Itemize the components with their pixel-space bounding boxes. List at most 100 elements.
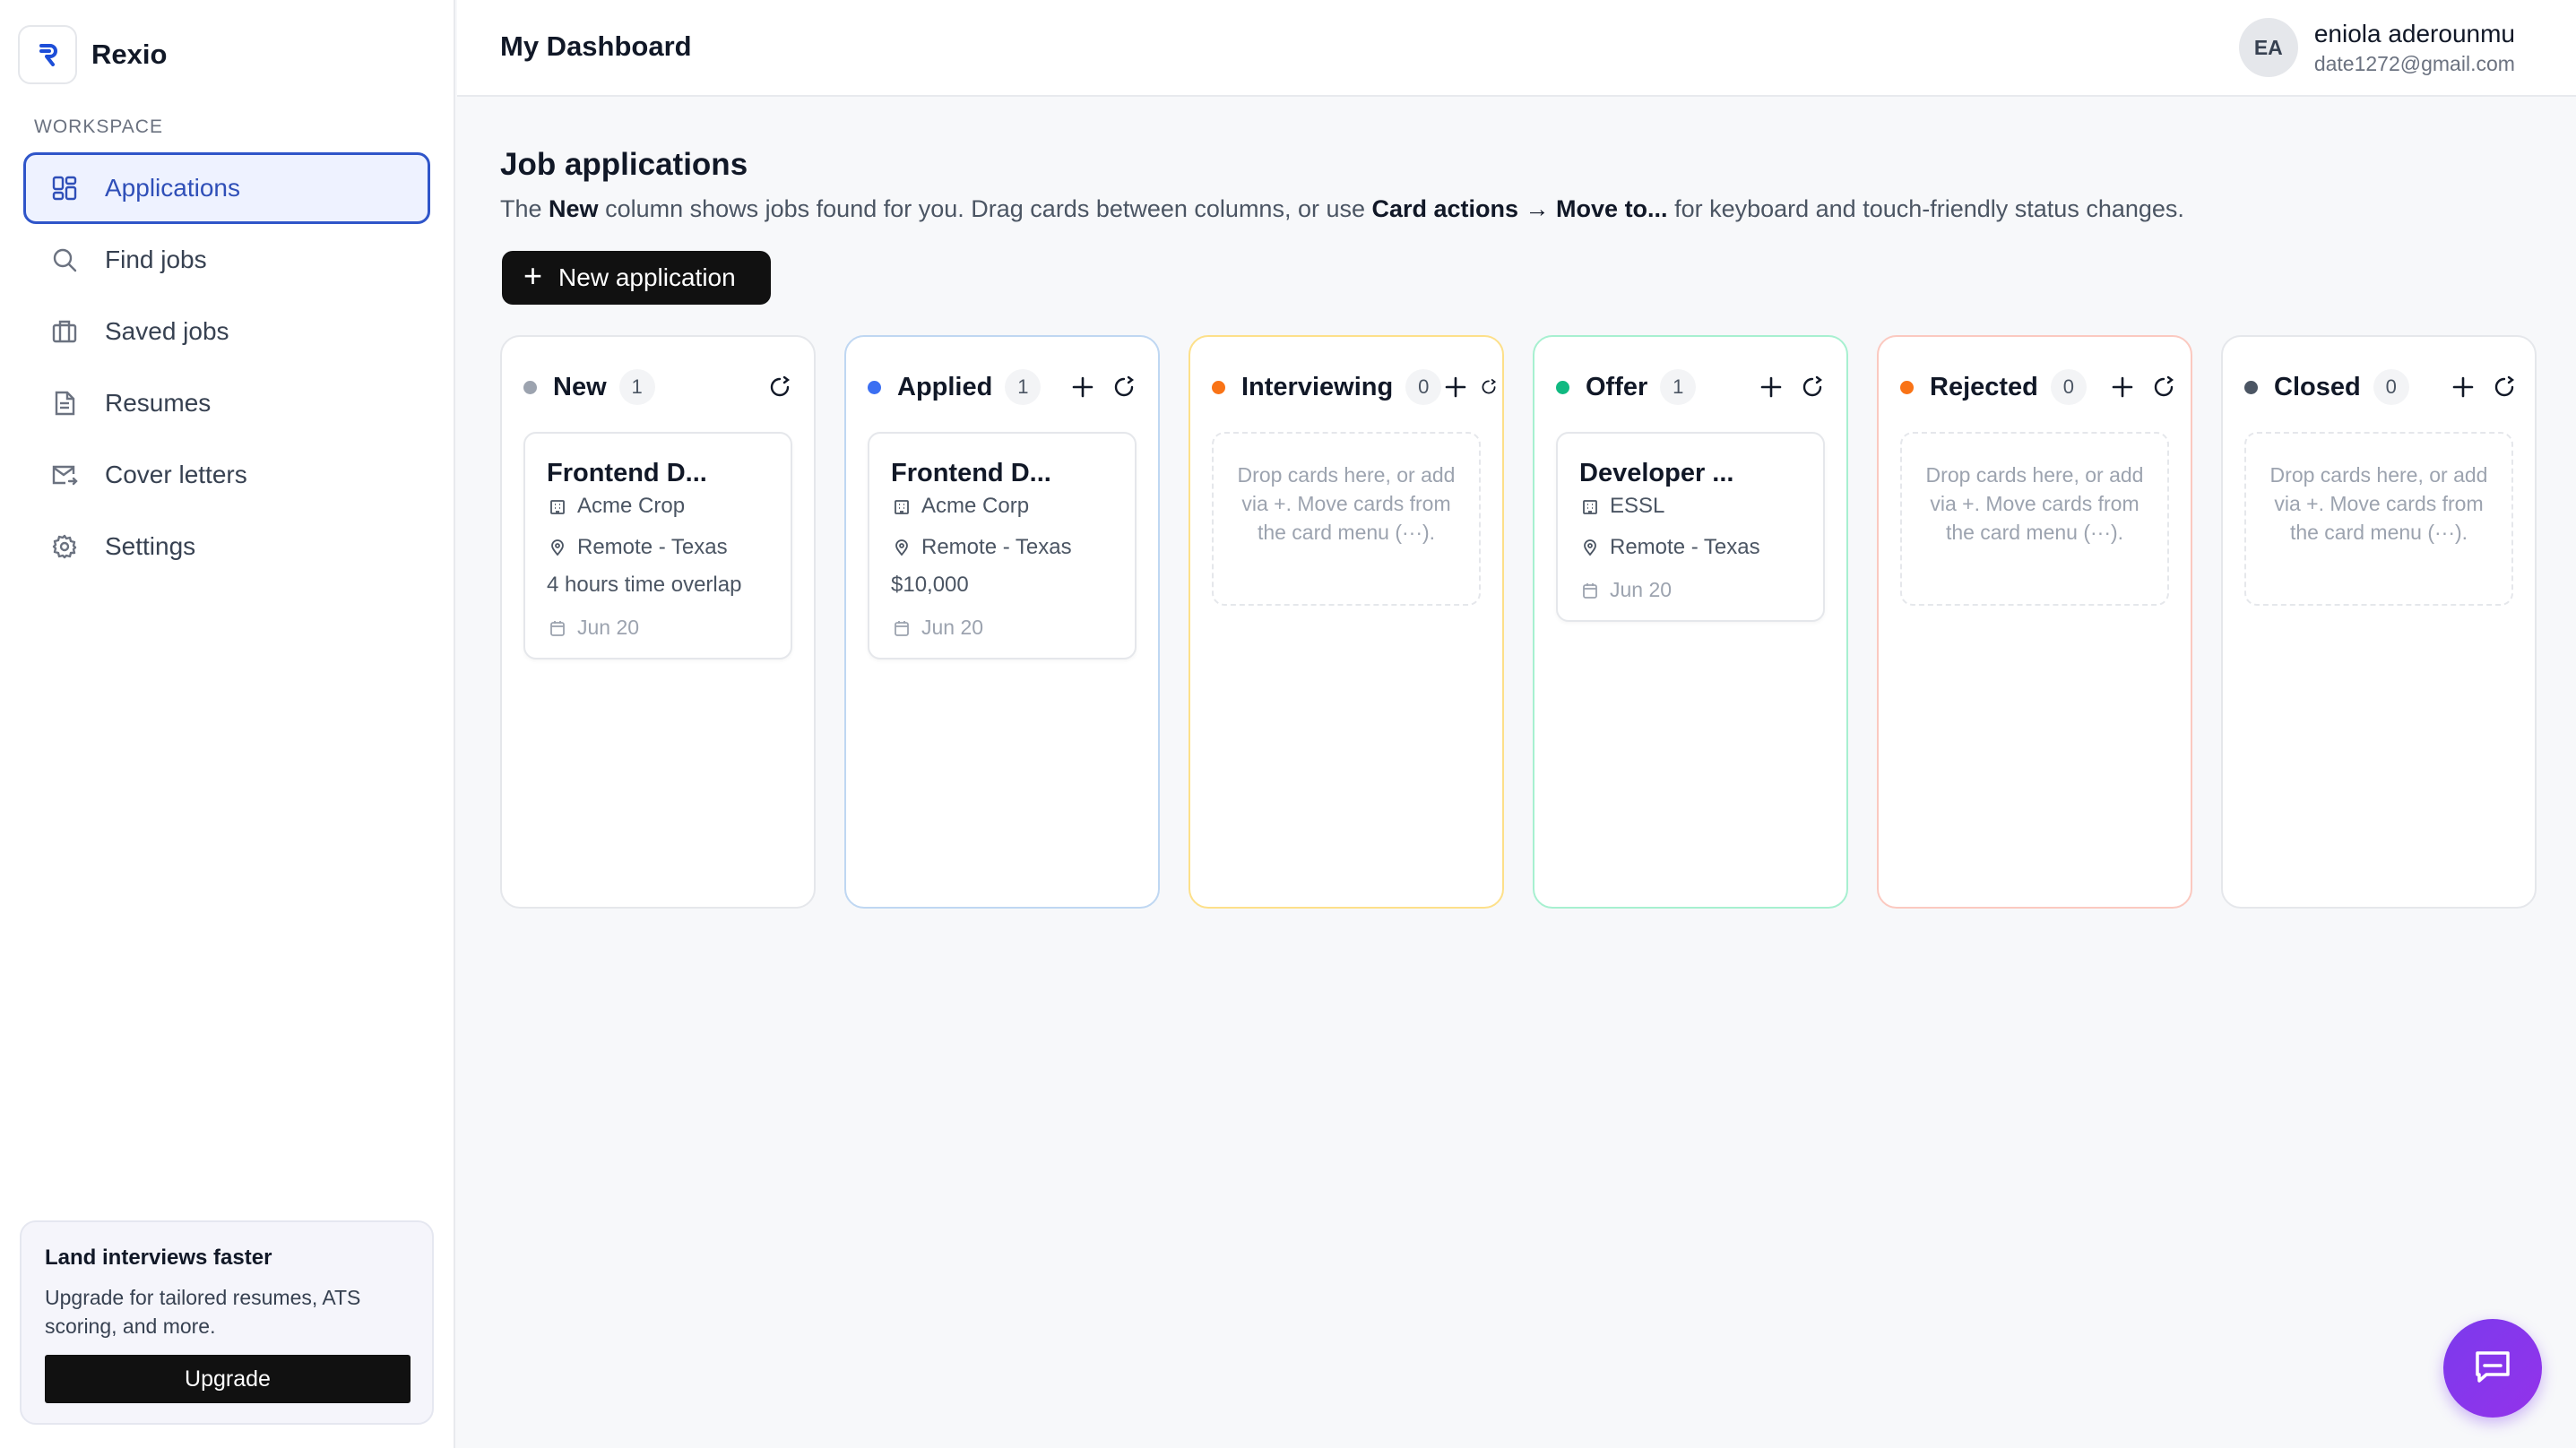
- map-pin-icon: [891, 537, 912, 558]
- column-title: Applied: [897, 372, 993, 401]
- column-offer[interactable]: Offer 1 Developer ... ESSL Remote - Texa…: [1533, 335, 1848, 909]
- chat-button[interactable]: [2443, 1319, 2542, 1418]
- sidebar-nav: Applications Find jobs Saved jobs Resume…: [23, 152, 430, 582]
- gear-icon: [49, 531, 80, 562]
- refresh-icon[interactable]: [1106, 369, 1142, 405]
- map-pin-icon: [547, 537, 568, 558]
- refresh-icon[interactable]: [2486, 369, 2522, 405]
- job-card[interactable]: Frontend D... Acme Corp Remote - Texas $…: [868, 432, 1137, 659]
- card-date: Jun 20: [1579, 578, 1802, 602]
- building-icon: [891, 496, 912, 517]
- upgrade-button[interactable]: Upgrade: [45, 1355, 411, 1403]
- sidebar-item-saved-jobs[interactable]: Saved jobs: [23, 296, 430, 367]
- sidebar-item-label: Find jobs: [105, 246, 207, 273]
- job-card[interactable]: Frontend D... Acme Crop Remote - Texas 4…: [523, 432, 792, 659]
- status-dot: [868, 380, 881, 394]
- document-icon: [49, 388, 80, 418]
- upgrade-promo: Land interviews faster Upgrade for tailo…: [20, 1220, 434, 1425]
- sidebar-item-settings[interactable]: Settings: [23, 511, 430, 582]
- building-icon: [1579, 496, 1601, 517]
- new-application-label: New application: [558, 263, 736, 291]
- new-application-button[interactable]: + New application: [502, 251, 771, 305]
- user-name: eniola aderounmu: [2313, 19, 2515, 47]
- column-interviewing[interactable]: Interviewing 0 Drop cards here, or add v…: [1189, 335, 1504, 909]
- card-title: Frontend D...: [891, 459, 1051, 487]
- desc-text: The: [500, 195, 549, 222]
- plus-icon: +: [523, 257, 543, 294]
- sidebar: Rexio WORKSPACE Applications Find jobs S…: [0, 0, 455, 1448]
- grid-icon: [49, 173, 80, 203]
- column-closed[interactable]: Closed 0 Drop cards here, or add via +. …: [2221, 335, 2537, 909]
- brand-name: Rexio: [91, 39, 168, 70]
- card-location: Remote - Texas: [1579, 535, 1802, 560]
- page-title: My Dashboard: [500, 30, 692, 62]
- column-applied[interactable]: Applied 1 Frontend D... Acme Corp Remote…: [844, 335, 1160, 909]
- user-menu[interactable]: EA eniola aderounmu date1272@gmail.com: [2238, 18, 2515, 77]
- column-actions: [2099, 369, 2182, 405]
- refresh-icon[interactable]: [2146, 369, 2182, 405]
- card-date: Jun 20: [547, 616, 769, 640]
- column-actions: [756, 369, 798, 405]
- column-header: Applied 1: [868, 367, 1142, 407]
- column-title: Rejected: [1930, 372, 2038, 401]
- calendar-icon: [1579, 580, 1601, 601]
- status-dot: [1556, 380, 1569, 394]
- card-location: Remote - Texas: [547, 535, 769, 560]
- card-date: Jun 20: [891, 616, 1113, 640]
- sidebar-item-find-jobs[interactable]: Find jobs: [23, 224, 430, 296]
- map-pin-icon: [1579, 537, 1601, 558]
- column-count-badge: 0: [2373, 369, 2409, 405]
- add-icon[interactable]: [2445, 369, 2481, 405]
- add-icon[interactable]: [1753, 369, 1789, 405]
- company-name: ESSL: [1610, 494, 1665, 518]
- drop-zone[interactable]: Drop cards here, or add via +. Move card…: [1900, 432, 2169, 606]
- column-new[interactable]: New 1 Frontend D... Acme Crop Remote - T…: [500, 335, 816, 909]
- column-title: Interviewing: [1241, 372, 1394, 401]
- refresh-icon[interactable]: [762, 369, 798, 405]
- add-icon[interactable]: [2105, 369, 2140, 405]
- card-location: Remote - Texas: [891, 535, 1113, 560]
- workspace-label: WORKSPACE: [34, 116, 163, 137]
- section-title: Job applications: [500, 147, 748, 182]
- brand[interactable]: Rexio: [18, 25, 167, 84]
- date-text: Jun 20: [921, 616, 984, 639]
- add-icon[interactable]: [1065, 369, 1101, 405]
- user-email: date1272@gmail.com: [2313, 51, 2515, 75]
- sidebar-item-resumes[interactable]: Resumes: [23, 367, 430, 439]
- column-header: Offer 1: [1556, 367, 1830, 407]
- briefcase-icon: [49, 316, 80, 347]
- desc-bold-card-actions: Card actions → Move to...: [1371, 195, 1668, 222]
- sidebar-item-label: Settings: [105, 532, 196, 560]
- status-dot: [2244, 380, 2258, 394]
- column-count-badge: 0: [2050, 369, 2087, 405]
- drop-zone[interactable]: Drop cards here, or add via +. Move card…: [2244, 432, 2513, 606]
- sidebar-item-applications[interactable]: Applications: [23, 152, 430, 224]
- refresh-icon[interactable]: [1794, 369, 1830, 405]
- desc-bold-new: New: [549, 195, 599, 222]
- date-text: Jun 20: [577, 616, 640, 639]
- column-rejected[interactable]: Rejected 0 Drop cards here, or add via +…: [1877, 335, 2192, 909]
- sidebar-item-label: Cover letters: [105, 461, 247, 488]
- drop-zone[interactable]: Drop cards here, or add via +. Move card…: [1212, 432, 1481, 606]
- column-header: Rejected 0: [1900, 367, 2174, 407]
- search-icon: [49, 245, 80, 275]
- add-icon[interactable]: [1438, 369, 1474, 405]
- desc-text: column shows jobs found for you. Drag ca…: [598, 195, 1372, 222]
- job-card[interactable]: Developer ... ESSL Remote - Texas Jun 20: [1556, 432, 1825, 622]
- location-text: Remote - Texas: [577, 535, 728, 559]
- location-text: Remote - Texas: [921, 535, 1072, 559]
- company-name: Acme Corp: [921, 494, 1030, 518]
- column-count-badge: 1: [1005, 369, 1042, 405]
- card-title: Frontend D...: [547, 459, 707, 487]
- building-icon: [547, 496, 568, 517]
- rexio-logo-icon: [18, 25, 77, 84]
- mail-icon: [49, 460, 80, 490]
- status-dot: [1900, 380, 1914, 394]
- status-dot: [523, 380, 537, 394]
- sidebar-item-cover-letters[interactable]: Cover letters: [23, 439, 430, 511]
- chat-icon: [2470, 1344, 2515, 1393]
- refresh-icon[interactable]: [1479, 369, 1499, 405]
- column-actions: [1059, 369, 1142, 405]
- card-company: Acme Corp: [891, 494, 1113, 519]
- avatar[interactable]: EA: [2238, 18, 2298, 77]
